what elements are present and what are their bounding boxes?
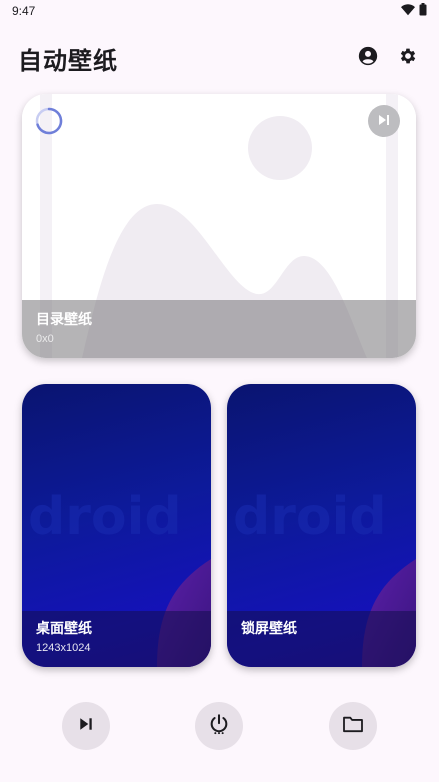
power-button[interactable]	[195, 702, 243, 750]
status-icons	[401, 3, 427, 19]
status-time: 9:47	[12, 4, 36, 18]
desktop-card-title: 桌面壁纸	[36, 621, 92, 637]
directory-card-title: 目录壁纸	[36, 312, 92, 328]
directory-card-caption: 目录壁纸 0x0	[22, 300, 416, 358]
app-bar-actions	[357, 46, 419, 70]
lockscreen-wallpaper-card[interactable]: droid 锁屏壁纸	[227, 384, 416, 667]
svg-text:droid: droid	[233, 487, 387, 547]
status-bar: 9:47	[0, 0, 439, 22]
next-wallpaper-button[interactable]	[62, 702, 110, 750]
directory-next-button[interactable]	[368, 105, 400, 137]
power-icon	[208, 713, 230, 739]
lockscreen-card-title: 锁屏壁纸	[241, 621, 297, 637]
lockscreen-card-caption: 锁屏壁纸	[227, 611, 416, 667]
loading-spinner	[35, 107, 63, 135]
account-button[interactable]	[357, 46, 379, 70]
directory-wallpaper-card[interactable]: 目录壁纸 0x0	[22, 94, 416, 358]
desktop-card-resolution: 1243x1024	[36, 642, 91, 654]
battery-icon	[419, 3, 427, 19]
folder-button[interactable]	[329, 702, 377, 750]
svg-text:droid: droid	[28, 487, 182, 547]
account-icon	[358, 46, 378, 70]
app-bar: 自动壁纸	[0, 36, 439, 80]
wifi-icon	[401, 3, 415, 19]
desktop-wallpaper-card[interactable]: droid 桌面壁纸 1243x1024	[22, 384, 211, 667]
skip-next-icon	[377, 112, 391, 131]
settings-button[interactable]	[397, 47, 419, 69]
page-title: 自动壁纸	[18, 46, 118, 75]
settings-icon	[398, 46, 418, 70]
directory-card-resolution: 0x0	[36, 333, 54, 345]
folder-icon	[342, 715, 364, 737]
desktop-card-caption: 桌面壁纸 1243x1024	[22, 611, 211, 667]
skip-next-icon	[78, 716, 94, 736]
